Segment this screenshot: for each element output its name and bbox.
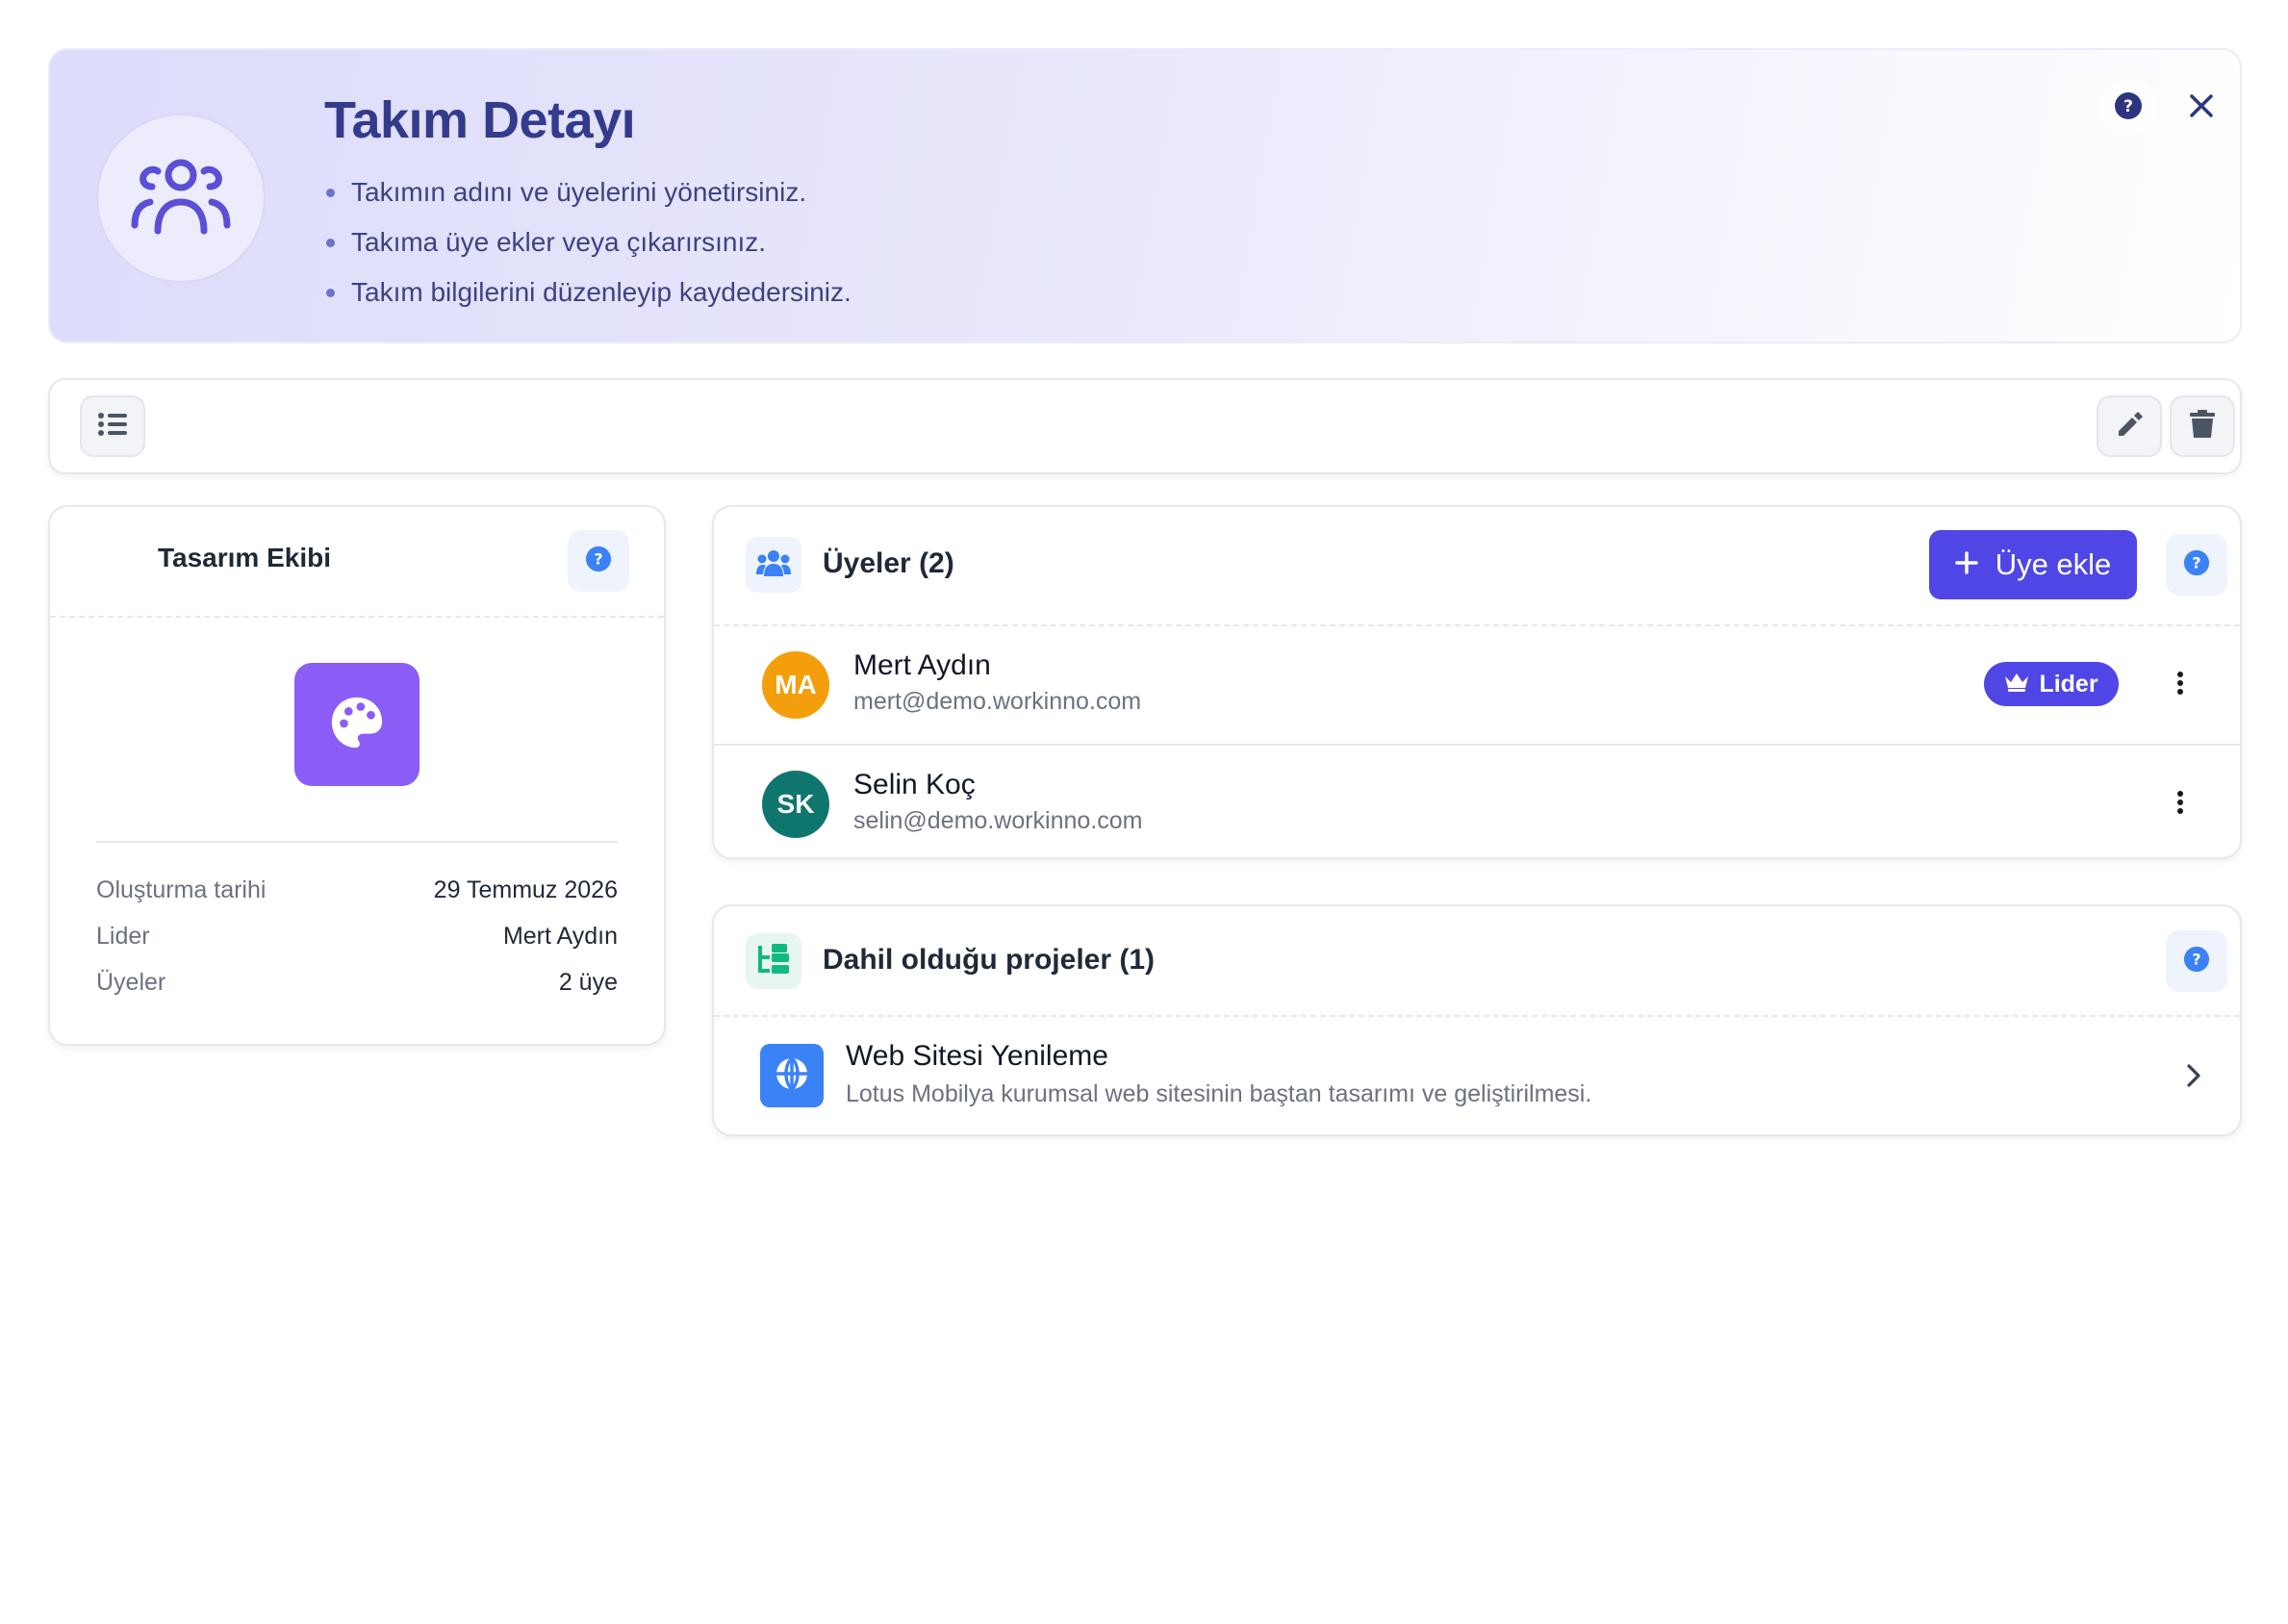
team-name: Tasarım Ekibi: [158, 543, 332, 572]
project-row[interactable]: Web Sitesi Yenileme Lotus Mobilya kurums…: [714, 1017, 2240, 1136]
member-menu-button[interactable]: [2157, 661, 2203, 709]
divider: [50, 616, 664, 618]
header-bullet-text: Takım bilgilerini düzenleyip kaydedersin…: [351, 277, 852, 307]
project-name: Web Sitesi Yenileme: [846, 1040, 1108, 1072]
avatar: MA: [762, 651, 829, 719]
members-title: Üyeler (2): [823, 547, 954, 579]
pencil-icon: [2115, 410, 2144, 444]
team-avatar: [96, 114, 266, 283]
member-row: SK Selin Koç selin@demo.workinno.com: [714, 744, 2240, 861]
header-bullet-text: Takıma üye ekler veya çıkarırsınız.: [351, 227, 767, 257]
info-row-leader: Lider Mert Aydın: [96, 917, 618, 955]
projects-help-button[interactable]: ?: [2166, 930, 2227, 992]
svg-text:?: ?: [594, 549, 602, 568]
leader-badge: Lider: [1984, 662, 2119, 706]
team-help-button[interactable]: ?: [568, 530, 629, 592]
info-label: Üyeler: [96, 968, 166, 996]
leader-badge-label: Lider: [2039, 670, 2098, 698]
info-row-members: Üyeler 2 üye: [96, 963, 618, 1002]
help-icon: ?: [2183, 549, 2210, 581]
header-bullet: Takımın adını ve üyelerini yönetirsiniz.: [324, 167, 852, 217]
divider: [96, 841, 618, 843]
header-bullet: Takıma üye ekler veya çıkarırsınız.: [324, 217, 852, 267]
page-title: Takım Detayı: [324, 91, 636, 149]
info-value: Mert Aydın: [502, 922, 618, 950]
member-email: mert@demo.workinno.com: [853, 688, 1142, 715]
add-member-button[interactable]: Üye ekle: [1929, 530, 2137, 599]
header-bullet: Takım bilgilerini düzenleyip kaydedersin…: [324, 267, 852, 317]
svg-text:?: ?: [2192, 950, 2200, 968]
list-view-button[interactable]: [80, 395, 145, 457]
bullet-dot: [326, 189, 335, 197]
more-vertical-icon: [2176, 671, 2184, 699]
globe-icon: [774, 1055, 810, 1097]
member-email: selin@demo.workinno.com: [853, 807, 1143, 834]
projects-section-icon: [746, 933, 801, 989]
action-toolbar: [48, 378, 2242, 474]
more-vertical-icon: [2176, 790, 2184, 819]
help-icon: ?: [2183, 946, 2210, 977]
close-icon: [2189, 93, 2214, 123]
info-value: 2 üye: [558, 968, 618, 996]
list-icon: [98, 412, 127, 442]
team-icon-tile: [294, 663, 419, 786]
project-description: Lotus Mobilya kurumsal web sitesinin baş…: [846, 1080, 1592, 1107]
add-member-label: Üye ekle: [1995, 547, 2112, 581]
header-description-list: Takımın adını ve üyelerini yönetirsiniz.…: [324, 167, 852, 317]
crown-icon: [2004, 671, 2029, 698]
team-detail-page: Takım Detayı Takımın adını ve üyelerini …: [0, 0, 2288, 1624]
sitemap-icon: [756, 943, 791, 979]
chevron-right-icon: [2173, 1052, 2215, 1100]
users-icon: [756, 549, 791, 581]
members-section-icon: [746, 537, 801, 593]
svg-text:?: ?: [2192, 553, 2200, 571]
member-name: Mert Aydın: [853, 649, 991, 681]
header-bullet-text: Takımın adını ve üyelerini yönetirsiniz.: [351, 177, 807, 207]
projects-card: Dahil olduğu projeler (1) ? Web Sitesi Y…: [712, 904, 2242, 1136]
trash-icon: [2190, 409, 2215, 444]
svg-text:?: ?: [2123, 97, 2133, 116]
team-info-card: Tasarım Ekibi ? Oluşturma tarihi 29 Temm…: [48, 505, 666, 1046]
member-name: Selin Koç: [853, 769, 976, 800]
member-row: MA Mert Aydın mert@demo.workinno.com Lid…: [714, 626, 2240, 744]
info-label: Lider: [96, 922, 150, 950]
header-banner: Takım Detayı Takımın adını ve üyelerini …: [48, 48, 2242, 343]
members-help-button[interactable]: ?: [2166, 534, 2227, 596]
projects-title: Dahil olduğu projeler (1): [823, 944, 1156, 976]
bullet-dot: [326, 289, 335, 297]
bullet-dot: [326, 239, 335, 247]
members-card: Üyeler (2) Üye ekle ? MA Mert Aydın mert…: [712, 505, 2242, 859]
help-icon: ?: [2114, 91, 2143, 125]
help-icon: ?: [585, 546, 612, 577]
info-row-created: Oluşturma tarihi 29 Temmuz 2026: [96, 871, 618, 909]
close-button[interactable]: [2173, 79, 2230, 137]
palette-icon: [329, 695, 385, 755]
info-label: Oluşturma tarihi: [96, 875, 267, 903]
project-icon-tile: [760, 1044, 824, 1107]
plus-icon: [1954, 547, 1978, 582]
member-menu-button[interactable]: [2157, 780, 2203, 828]
info-value: 29 Temmuz 2026: [433, 875, 618, 903]
avatar: SK: [762, 771, 829, 838]
users-icon: [131, 158, 231, 240]
delete-button[interactable]: [2170, 395, 2235, 457]
header-help-button[interactable]: ?: [2099, 79, 2157, 137]
edit-button[interactable]: [2097, 395, 2162, 457]
